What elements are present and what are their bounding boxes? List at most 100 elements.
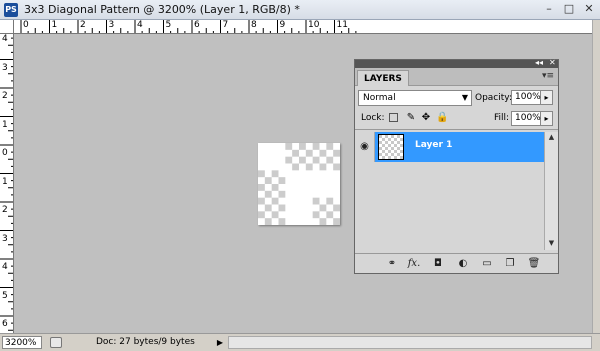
thumbnail-cell: [391, 153, 394, 156]
ruler-label: 5: [165, 20, 172, 30]
layer-name[interactable]: Layer 1: [415, 140, 452, 150]
transparency-cell: [278, 190, 286, 198]
ruler-label: 1: [51, 20, 58, 30]
ruler-label: 11: [336, 20, 348, 30]
transparency-cell: [319, 163, 327, 171]
scroll-down-icon[interactable]: ▼: [546, 238, 557, 248]
ruler-label: 6: [2, 319, 8, 329]
transparency-cell: [326, 197, 334, 205]
maximize-icon[interactable]: □: [562, 2, 576, 16]
tab-layers[interactable]: LAYERS: [357, 70, 409, 86]
thumbnail-cell: [379, 153, 382, 156]
eye-icon[interactable]: ◉: [358, 140, 371, 153]
transparency-cell: [299, 143, 306, 150]
thumbnail-cell: [397, 153, 400, 156]
transparency-cell: [292, 149, 299, 157]
thumbnail-cell: [391, 135, 394, 138]
trash-icon[interactable]: 🗑: [527, 257, 541, 270]
vertical-scrollbar[interactable]: [592, 20, 600, 333]
lock-all-icon[interactable]: 🔒: [436, 112, 448, 124]
transparency-cell: [271, 197, 279, 205]
transparency-cell: [333, 163, 340, 171]
ruler-label: 1: [2, 119, 8, 130]
thumbnail-cell: [388, 144, 391, 147]
new-layer-icon[interactable]: ❐: [503, 257, 517, 270]
horizontal-scrollbar[interactable]: [228, 336, 592, 349]
close-icon[interactable]: ✕: [582, 2, 596, 16]
fill-label: Fill:: [494, 113, 510, 123]
status-menu-arrow-icon[interactable]: ▶: [215, 336, 225, 349]
photoshop-logo-icon: PS: [4, 3, 18, 17]
panel-tabs: LAYERS ▾≡: [355, 68, 558, 86]
ruler-horizontal[interactable]: 0 1 2 3 4 5 6 7 8 9 10 11: [14, 20, 592, 34]
visibility-cell[interactable]: ◉: [355, 132, 375, 162]
lock-label: Lock:: [361, 113, 385, 123]
chevron-down-icon: ▼: [461, 93, 468, 102]
transparency-cell: [258, 170, 265, 178]
ruler-label: 6: [194, 20, 200, 30]
transparency-cell: [278, 177, 286, 184]
group-folder-icon[interactable]: ▭: [480, 257, 494, 270]
transparency-pattern: [258, 143, 340, 225]
lock-transparent-pixels-icon[interactable]: [389, 113, 398, 122]
adjustment-icon[interactable]: ◐: [456, 257, 470, 270]
fill-field[interactable]: 100%: [511, 111, 541, 126]
transparency-cell: [299, 156, 306, 164]
transparency-cell: [271, 184, 279, 191]
lock-image-pixels-icon[interactable]: ✎: [405, 112, 417, 124]
panel-menu-icon[interactable]: ▾≡: [542, 71, 554, 81]
mask-icon[interactable]: ◘: [431, 257, 445, 270]
zoom-field[interactable]: 3200%: [2, 336, 42, 349]
thumbnail-cell: [400, 156, 403, 159]
thumbnail-cell: [388, 150, 391, 153]
panel-header-strip: ◂◂ ✕: [355, 58, 558, 68]
transparency-cell: [264, 218, 272, 225]
opacity-field[interactable]: 100%: [511, 90, 541, 105]
thumbnail-cell: [385, 153, 388, 156]
lock-position-icon[interactable]: ✥: [420, 112, 432, 124]
thumbnail-cell: [379, 147, 382, 150]
ruler-corner[interactable]: [0, 20, 14, 34]
thumbnail-cell: [397, 147, 400, 150]
transparency-cell: [305, 149, 313, 157]
transparency-cell: [312, 211, 320, 219]
thumbnail-cell: [400, 138, 403, 141]
minimize-icon[interactable]: –: [542, 2, 556, 16]
collapse-panel-button[interactable]: ◂◂: [535, 58, 543, 67]
ruler-label: 1: [2, 176, 8, 187]
layers-scrollbar[interactable]: ▲ ▼: [544, 132, 558, 250]
layer-thumbnail[interactable]: [378, 134, 404, 160]
thumbnail-cell: [394, 138, 397, 141]
opacity-label: Opacity:: [475, 93, 512, 103]
thumbnail-cell: [379, 135, 382, 138]
transparency-cell: [258, 197, 265, 205]
blend-mode-select[interactable]: Normal ▼: [358, 90, 472, 106]
ruler-label: 3: [108, 20, 115, 30]
status-bar: 3200% Doc: 27 bytes/9 bytes ▶: [0, 333, 600, 351]
transparency-cell: [264, 190, 272, 198]
transparency-cell: [305, 163, 313, 171]
thumbnail-cell: [388, 138, 391, 141]
ruler-label: 9: [279, 20, 286, 30]
ruler-horizontal-ticks: [20, 20, 357, 33]
ruler-vertical[interactable]: 4 3 2 1 0 1 2 3 4 5 6: [0, 34, 14, 333]
transparency-cell: [333, 218, 340, 225]
link-icon[interactable]: ⚭: [385, 257, 399, 270]
thumbnail-cell: [388, 156, 391, 159]
transparency-cell: [278, 218, 286, 225]
document-image[interactable]: [258, 143, 340, 225]
opacity-slider-arrow-icon[interactable]: ▸: [541, 90, 553, 105]
ruler-label: 4: [2, 34, 8, 44]
scroll-up-icon[interactable]: ▲: [546, 132, 557, 142]
ruler-label: 4: [2, 262, 8, 272]
status-icon[interactable]: [50, 337, 62, 348]
fx-icon[interactable]: fx.: [407, 257, 421, 270]
transparency-cell: [271, 211, 279, 219]
transparency-cell: [258, 184, 265, 191]
ruler-label: 0: [2, 148, 8, 158]
layers-panel: ◂◂ ✕ LAYERS ▾≡ Normal ▼ Opacity: 100% ▸ …: [354, 58, 559, 274]
close-panel-button[interactable]: ✕: [549, 58, 556, 67]
transparency-cell: [319, 149, 327, 157]
fill-slider-arrow-icon[interactable]: ▸: [541, 111, 553, 126]
thumbnail-cell: [385, 135, 388, 138]
